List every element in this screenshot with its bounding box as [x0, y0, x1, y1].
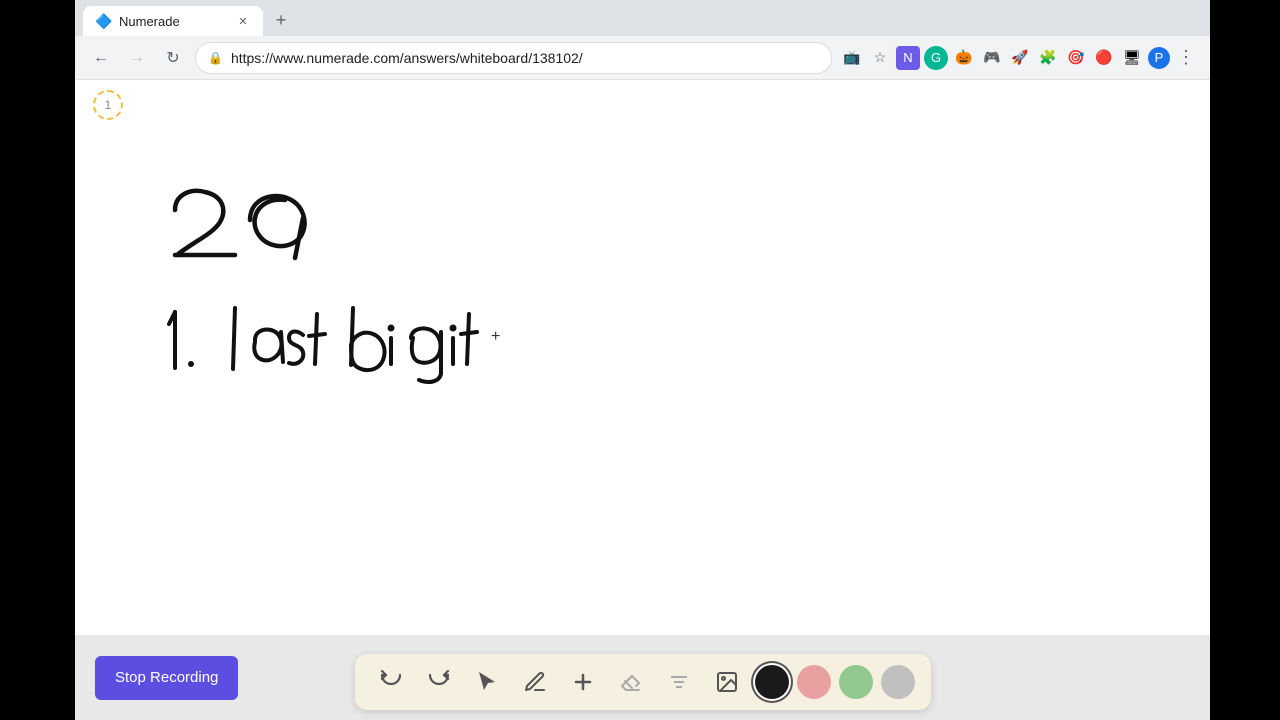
color-green[interactable] — [839, 665, 873, 699]
forward-button[interactable]: → — [123, 44, 151, 72]
plus-button[interactable] — [563, 662, 603, 702]
address-bar[interactable]: 🔒 https://www.numerade.com/answers/white… — [195, 42, 832, 74]
ext-5[interactable]: 🚀 — [1008, 46, 1032, 70]
ext-1[interactable]: N — [896, 46, 920, 70]
tab-bar: 🔷 Numerade ✕ + — [75, 0, 1210, 36]
browser-window: 🔷 Numerade ✕ + ← → ↻ 🔒 https://www.numer… — [75, 0, 1210, 720]
nav-bar: ← → ↻ 🔒 https://www.numerade.com/answers… — [75, 36, 1210, 80]
undo-icon — [379, 670, 403, 694]
new-tab-button[interactable]: + — [267, 6, 295, 34]
color-pink[interactable] — [797, 665, 831, 699]
ext-7[interactable]: 🎯 — [1064, 46, 1088, 70]
undo-button[interactable] — [371, 662, 411, 702]
eraser-button[interactable] — [611, 662, 651, 702]
ext-6[interactable]: 🧩 — [1036, 46, 1060, 70]
tab-title: Numerade — [119, 14, 227, 29]
ext-2[interactable]: G — [924, 46, 948, 70]
extensions-area: 📺 ☆ N G 🎃 🎮 🚀 🧩 🎯 🔴 🖥 P ⋮ — [840, 46, 1198, 70]
lock-icon: 🔒 — [208, 51, 223, 65]
tab-favicon: 🔷 — [95, 13, 111, 29]
color-gray[interactable] — [881, 665, 915, 699]
ext-4[interactable]: 🎮 — [980, 46, 1004, 70]
back-button[interactable]: ← — [87, 44, 115, 72]
redo-button[interactable] — [419, 662, 459, 702]
pen-icon — [523, 670, 547, 694]
black-bar-left — [0, 0, 75, 720]
black-bar-right — [1210, 0, 1280, 720]
select-button[interactable] — [467, 662, 507, 702]
text-icon — [667, 670, 691, 694]
refresh-button[interactable]: ↻ — [159, 44, 187, 72]
color-black[interactable] — [755, 665, 789, 699]
ext-3[interactable]: 🎃 — [952, 46, 976, 70]
ext-8[interactable]: 🔴 — [1092, 46, 1116, 70]
tab-close-button[interactable]: ✕ — [235, 13, 251, 29]
toolbar-container — [355, 654, 931, 710]
ext-cast-icon[interactable]: 📺 — [840, 46, 864, 70]
redo-icon — [427, 670, 451, 694]
select-icon — [475, 670, 499, 694]
eraser-icon — [619, 670, 643, 694]
url-text: https://www.numerade.com/answers/whitebo… — [231, 50, 819, 66]
image-button[interactable] — [707, 662, 747, 702]
profile-icon[interactable]: P — [1148, 47, 1170, 69]
plus-icon — [571, 670, 595, 694]
stop-recording-button[interactable]: Stop Recording — [95, 656, 238, 700]
bottom-bar: Stop Recording — [75, 635, 1210, 720]
active-tab[interactable]: 🔷 Numerade ✕ — [83, 6, 263, 36]
image-icon — [715, 670, 739, 694]
whiteboard-area[interactable]: 1 — [75, 80, 1210, 635]
ext-9[interactable]: 🖥 — [1120, 46, 1144, 70]
menu-icon[interactable]: ⋮ — [1174, 46, 1198, 70]
ext-bookmark-icon[interactable]: ☆ — [868, 46, 892, 70]
text-button[interactable] — [659, 662, 699, 702]
whiteboard-svg — [75, 80, 1210, 635]
pen-button[interactable] — [515, 662, 555, 702]
